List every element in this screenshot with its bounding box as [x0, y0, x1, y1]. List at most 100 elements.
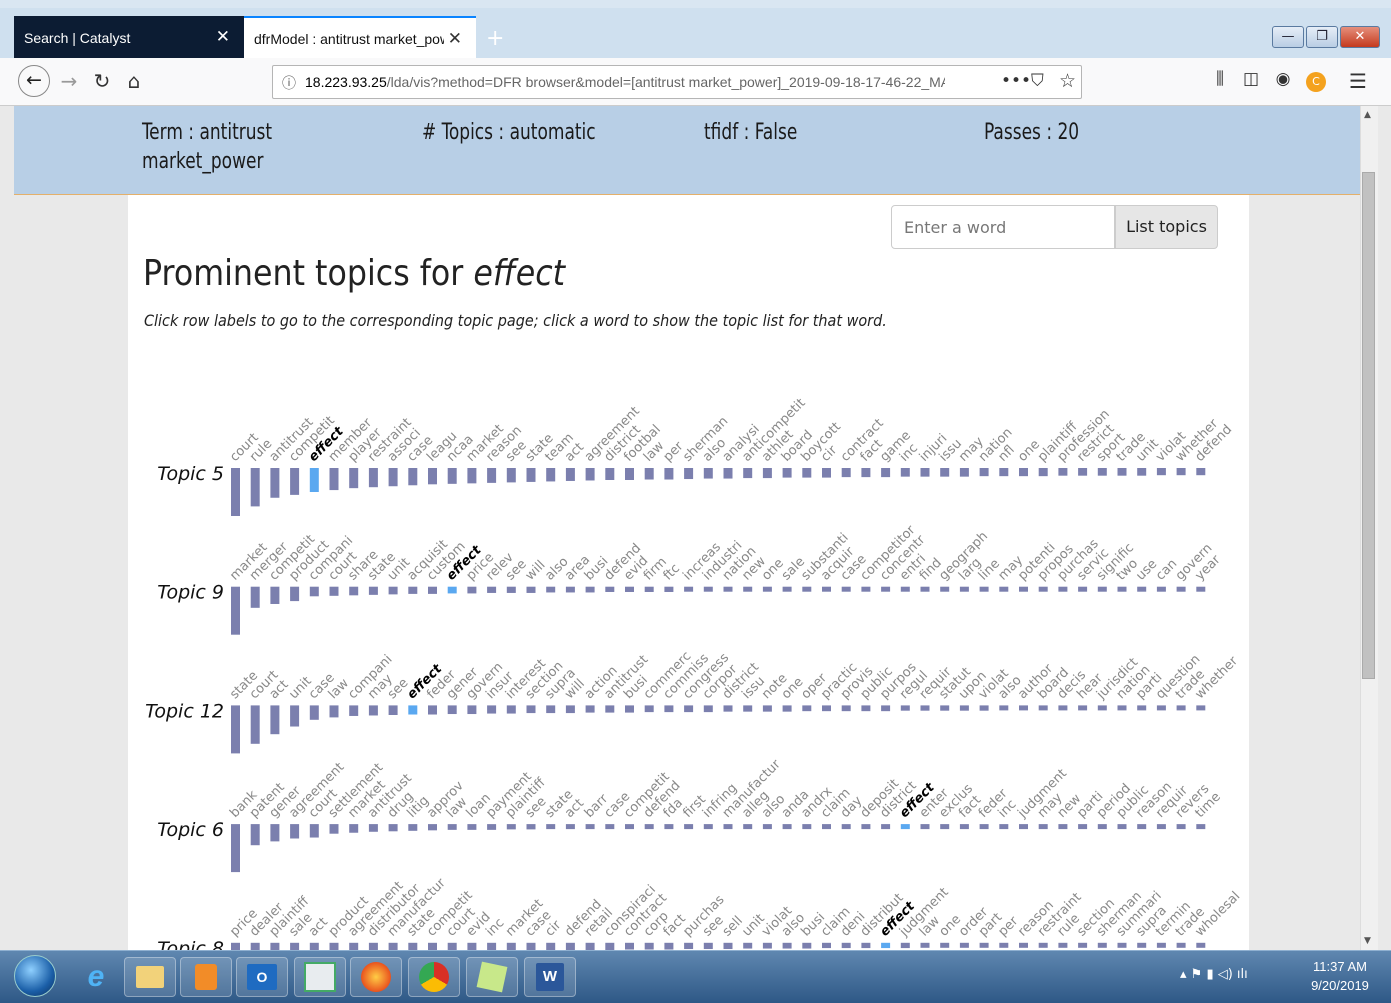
- word-bar[interactable]: [703, 586, 713, 592]
- word-bar[interactable]: [684, 468, 694, 480]
- extension-icon[interactable]: ◉: [1270, 69, 1296, 89]
- word-bar[interactable]: [920, 942, 930, 948]
- word-bar[interactable]: [664, 468, 674, 480]
- word-bar[interactable]: [920, 705, 930, 711]
- word-bar[interactable]: [467, 705, 477, 715]
- tray-icons[interactable]: ▴ ⚑ ▮ ◁) ılı: [1180, 967, 1248, 982]
- scroll-up-icon[interactable]: ▲: [1364, 110, 1371, 120]
- word-bar[interactable]: [388, 586, 398, 595]
- word-bar[interactable]: [1078, 942, 1088, 948]
- word-bar[interactable]: [428, 824, 437, 831]
- word-bar[interactable]: [802, 586, 812, 592]
- word-bar[interactable]: [231, 468, 240, 516]
- topic-row-label[interactable]: Topic 6: [157, 819, 224, 841]
- word-bar[interactable]: [802, 824, 812, 830]
- word-bar[interactable]: [565, 586, 575, 593]
- word-bar[interactable]: [506, 942, 516, 950]
- word-bar[interactable]: [1117, 586, 1127, 592]
- word-bar[interactable]: [250, 824, 260, 846]
- word-bar[interactable]: [565, 824, 575, 830]
- word-bar[interactable]: [290, 468, 300, 495]
- word-bar[interactable]: [684, 586, 694, 592]
- word-bar[interactable]: [506, 824, 516, 830]
- word-bar[interactable]: [1078, 824, 1088, 830]
- word-bar[interactable]: [565, 468, 575, 481]
- word-bar[interactable]: [625, 705, 634, 713]
- word-bar[interactable]: [979, 824, 989, 830]
- url-bar[interactable]: ⓘ 18.223.93.25/lda/vis?method=DFR browse…: [272, 65, 1082, 99]
- word-bar[interactable]: [762, 468, 772, 479]
- word-bar[interactable]: [1156, 942, 1166, 948]
- word-bar[interactable]: [625, 824, 634, 830]
- word-bar[interactable]: [526, 824, 536, 830]
- word-bar[interactable]: [762, 705, 772, 712]
- word-bar[interactable]: [920, 586, 930, 592]
- word-bar[interactable]: [841, 705, 851, 712]
- word-bar[interactable]: [605, 468, 615, 480]
- word-bar[interactable]: [940, 586, 950, 592]
- word-bar[interactable]: [231, 942, 240, 950]
- word-bar[interactable]: [1196, 942, 1206, 948]
- word-bar[interactable]: [979, 705, 989, 711]
- word-bar[interactable]: [625, 942, 634, 950]
- word-bar[interactable]: [940, 468, 950, 477]
- word-bar[interactable]: [723, 468, 733, 479]
- word-bar[interactable]: [999, 942, 1009, 948]
- word-bar[interactable]: [231, 705, 240, 754]
- word-bar[interactable]: [861, 824, 871, 830]
- word-bar[interactable]: [447, 705, 457, 715]
- word-bar[interactable]: [585, 942, 595, 950]
- word-bar[interactable]: [999, 705, 1009, 711]
- word-bar[interactable]: [1078, 468, 1088, 476]
- word-bar[interactable]: [546, 705, 556, 714]
- word-bar[interactable]: [408, 824, 418, 831]
- word-bar[interactable]: [743, 942, 753, 949]
- word-bar[interactable]: [506, 468, 516, 483]
- word-bar[interactable]: [1058, 942, 1068, 948]
- word-bar[interactable]: [881, 942, 891, 949]
- word-bar[interactable]: [546, 942, 556, 950]
- word-bar[interactable]: [979, 586, 989, 592]
- word-bar[interactable]: [723, 824, 733, 830]
- word-bar[interactable]: [309, 468, 319, 492]
- word-bar[interactable]: [743, 586, 753, 592]
- word-bar[interactable]: [1176, 586, 1186, 592]
- restore-button[interactable]: ❐: [1306, 26, 1338, 48]
- word-bar[interactable]: [1038, 586, 1048, 592]
- word-bar[interactable]: [447, 942, 457, 950]
- word-bar[interactable]: [408, 468, 418, 486]
- word-bar[interactable]: [585, 586, 595, 593]
- word-bar[interactable]: [1196, 705, 1206, 711]
- word-bar[interactable]: [841, 468, 851, 478]
- word-bar[interactable]: [703, 705, 713, 713]
- start-button[interactable]: [14, 955, 56, 997]
- word-bar[interactable]: [1097, 824, 1107, 830]
- word-bar[interactable]: [861, 942, 871, 949]
- word-bar[interactable]: [408, 586, 418, 594]
- word-bar[interactable]: [467, 942, 477, 950]
- word-bar[interactable]: [270, 586, 280, 604]
- word-bar[interactable]: [309, 942, 319, 950]
- word-bar[interactable]: [644, 468, 654, 480]
- word-bar[interactable]: [743, 468, 753, 479]
- word-bar[interactable]: [979, 942, 989, 948]
- word-bar[interactable]: [1156, 586, 1166, 592]
- word-bar[interactable]: [959, 705, 969, 711]
- home-icon[interactable]: ⌂: [121, 69, 147, 93]
- word-bar[interactable]: [920, 468, 930, 477]
- new-tab-icon[interactable]: +: [486, 26, 504, 51]
- outlook-icon[interactable]: O: [236, 957, 288, 997]
- word-bar[interactable]: [1019, 942, 1028, 948]
- word-bar[interactable]: [1176, 824, 1186, 830]
- close-tab-icon[interactable]: ✕: [216, 27, 230, 47]
- word-bar[interactable]: [329, 824, 339, 834]
- word-bar[interactable]: [1097, 705, 1107, 711]
- word-bar[interactable]: [506, 705, 516, 714]
- word-bar[interactable]: [329, 705, 339, 718]
- word-bar[interactable]: [1038, 468, 1048, 477]
- word-bar[interactable]: [959, 468, 969, 477]
- word-bar[interactable]: [1176, 468, 1186, 476]
- word-bar[interactable]: [349, 824, 359, 833]
- word-bar[interactable]: [900, 824, 910, 830]
- word-bar[interactable]: [822, 468, 831, 478]
